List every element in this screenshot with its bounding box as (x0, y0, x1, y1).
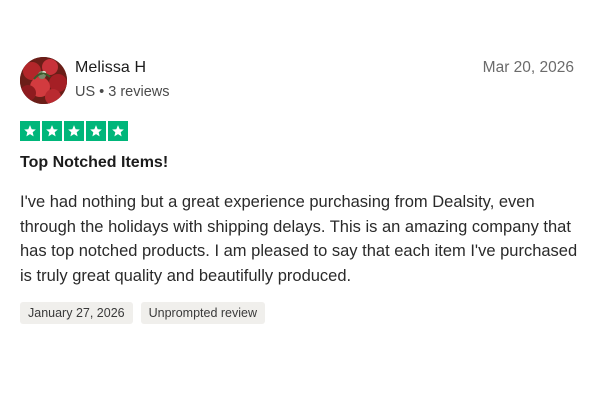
review-tags: January 27, 2026 Unprompted review (20, 302, 265, 324)
star-icon (20, 121, 40, 141)
star-rating (20, 121, 128, 141)
star-icon (64, 121, 84, 141)
reviewer-meta: US • 3 reviews (75, 84, 169, 100)
reviewer-country: US (75, 84, 96, 100)
review-title[interactable]: Top Notched Items! (20, 154, 168, 172)
reviewer-review-count[interactable]: 3 reviews (108, 84, 169, 100)
star-icon (86, 121, 106, 141)
avatar-photo-icon (20, 57, 67, 104)
review-type-tag[interactable]: Unprompted review (140, 302, 265, 324)
reviewer-name[interactable]: Melissa H (75, 59, 146, 77)
review-date: Mar 20, 2026 (482, 59, 574, 76)
star-icon (42, 121, 62, 141)
review-card: Melissa H US • 3 reviews Mar 20, 2026 Top … (0, 0, 600, 400)
star-icon (108, 121, 128, 141)
meta-separator: • (99, 84, 105, 100)
experience-date-tag: January 27, 2026 (20, 302, 133, 324)
avatar[interactable] (20, 57, 67, 104)
review-body: I've had nothing but a great experience … (20, 193, 578, 285)
